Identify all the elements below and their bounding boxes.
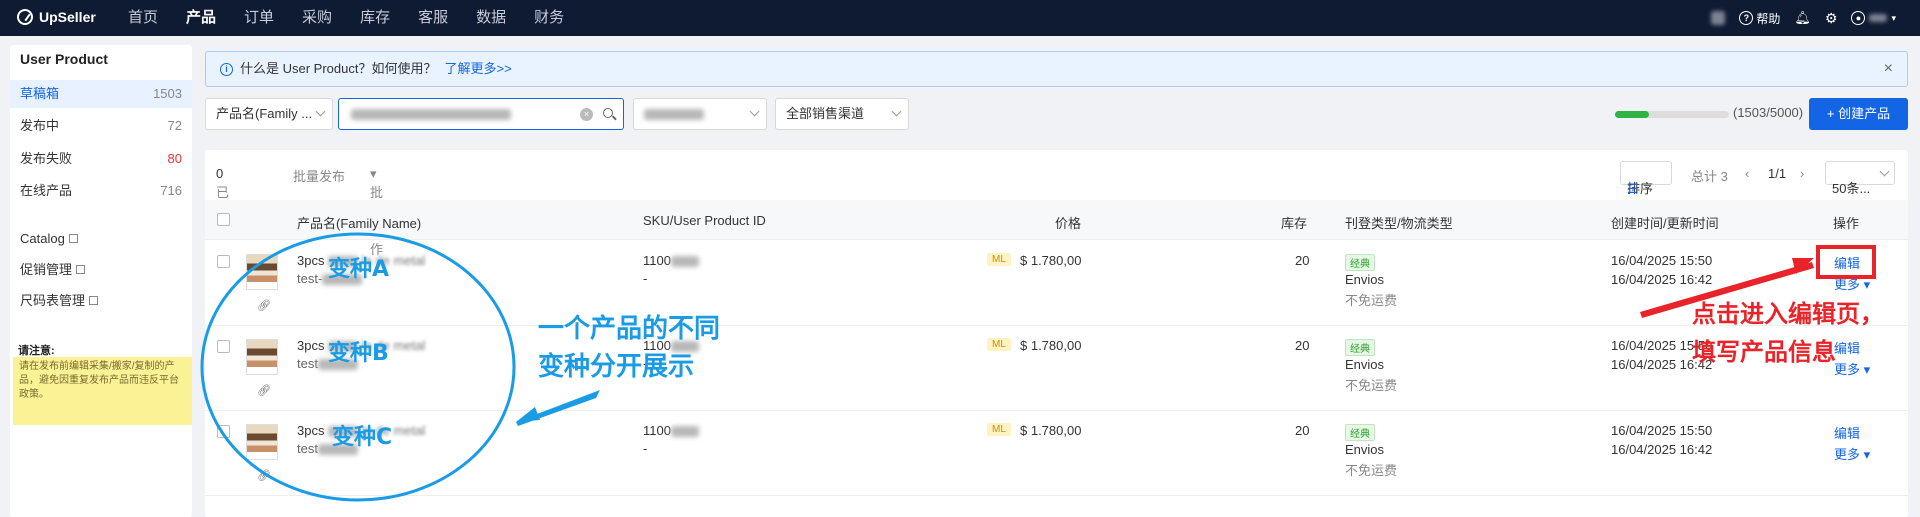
annotation-layer [200, 232, 1876, 502]
edit-description: 点击进入编辑页， 填写产品信息 [1692, 300, 1884, 366]
variant-c-label: 变种C [332, 425, 393, 450]
variant-b-label: 变种B [328, 341, 389, 366]
variant-a-label: 变种A [328, 257, 390, 282]
edit-highlight-box [1816, 245, 1876, 279]
variants-description: 一个产品的不同 变种分开展示 [538, 314, 721, 382]
